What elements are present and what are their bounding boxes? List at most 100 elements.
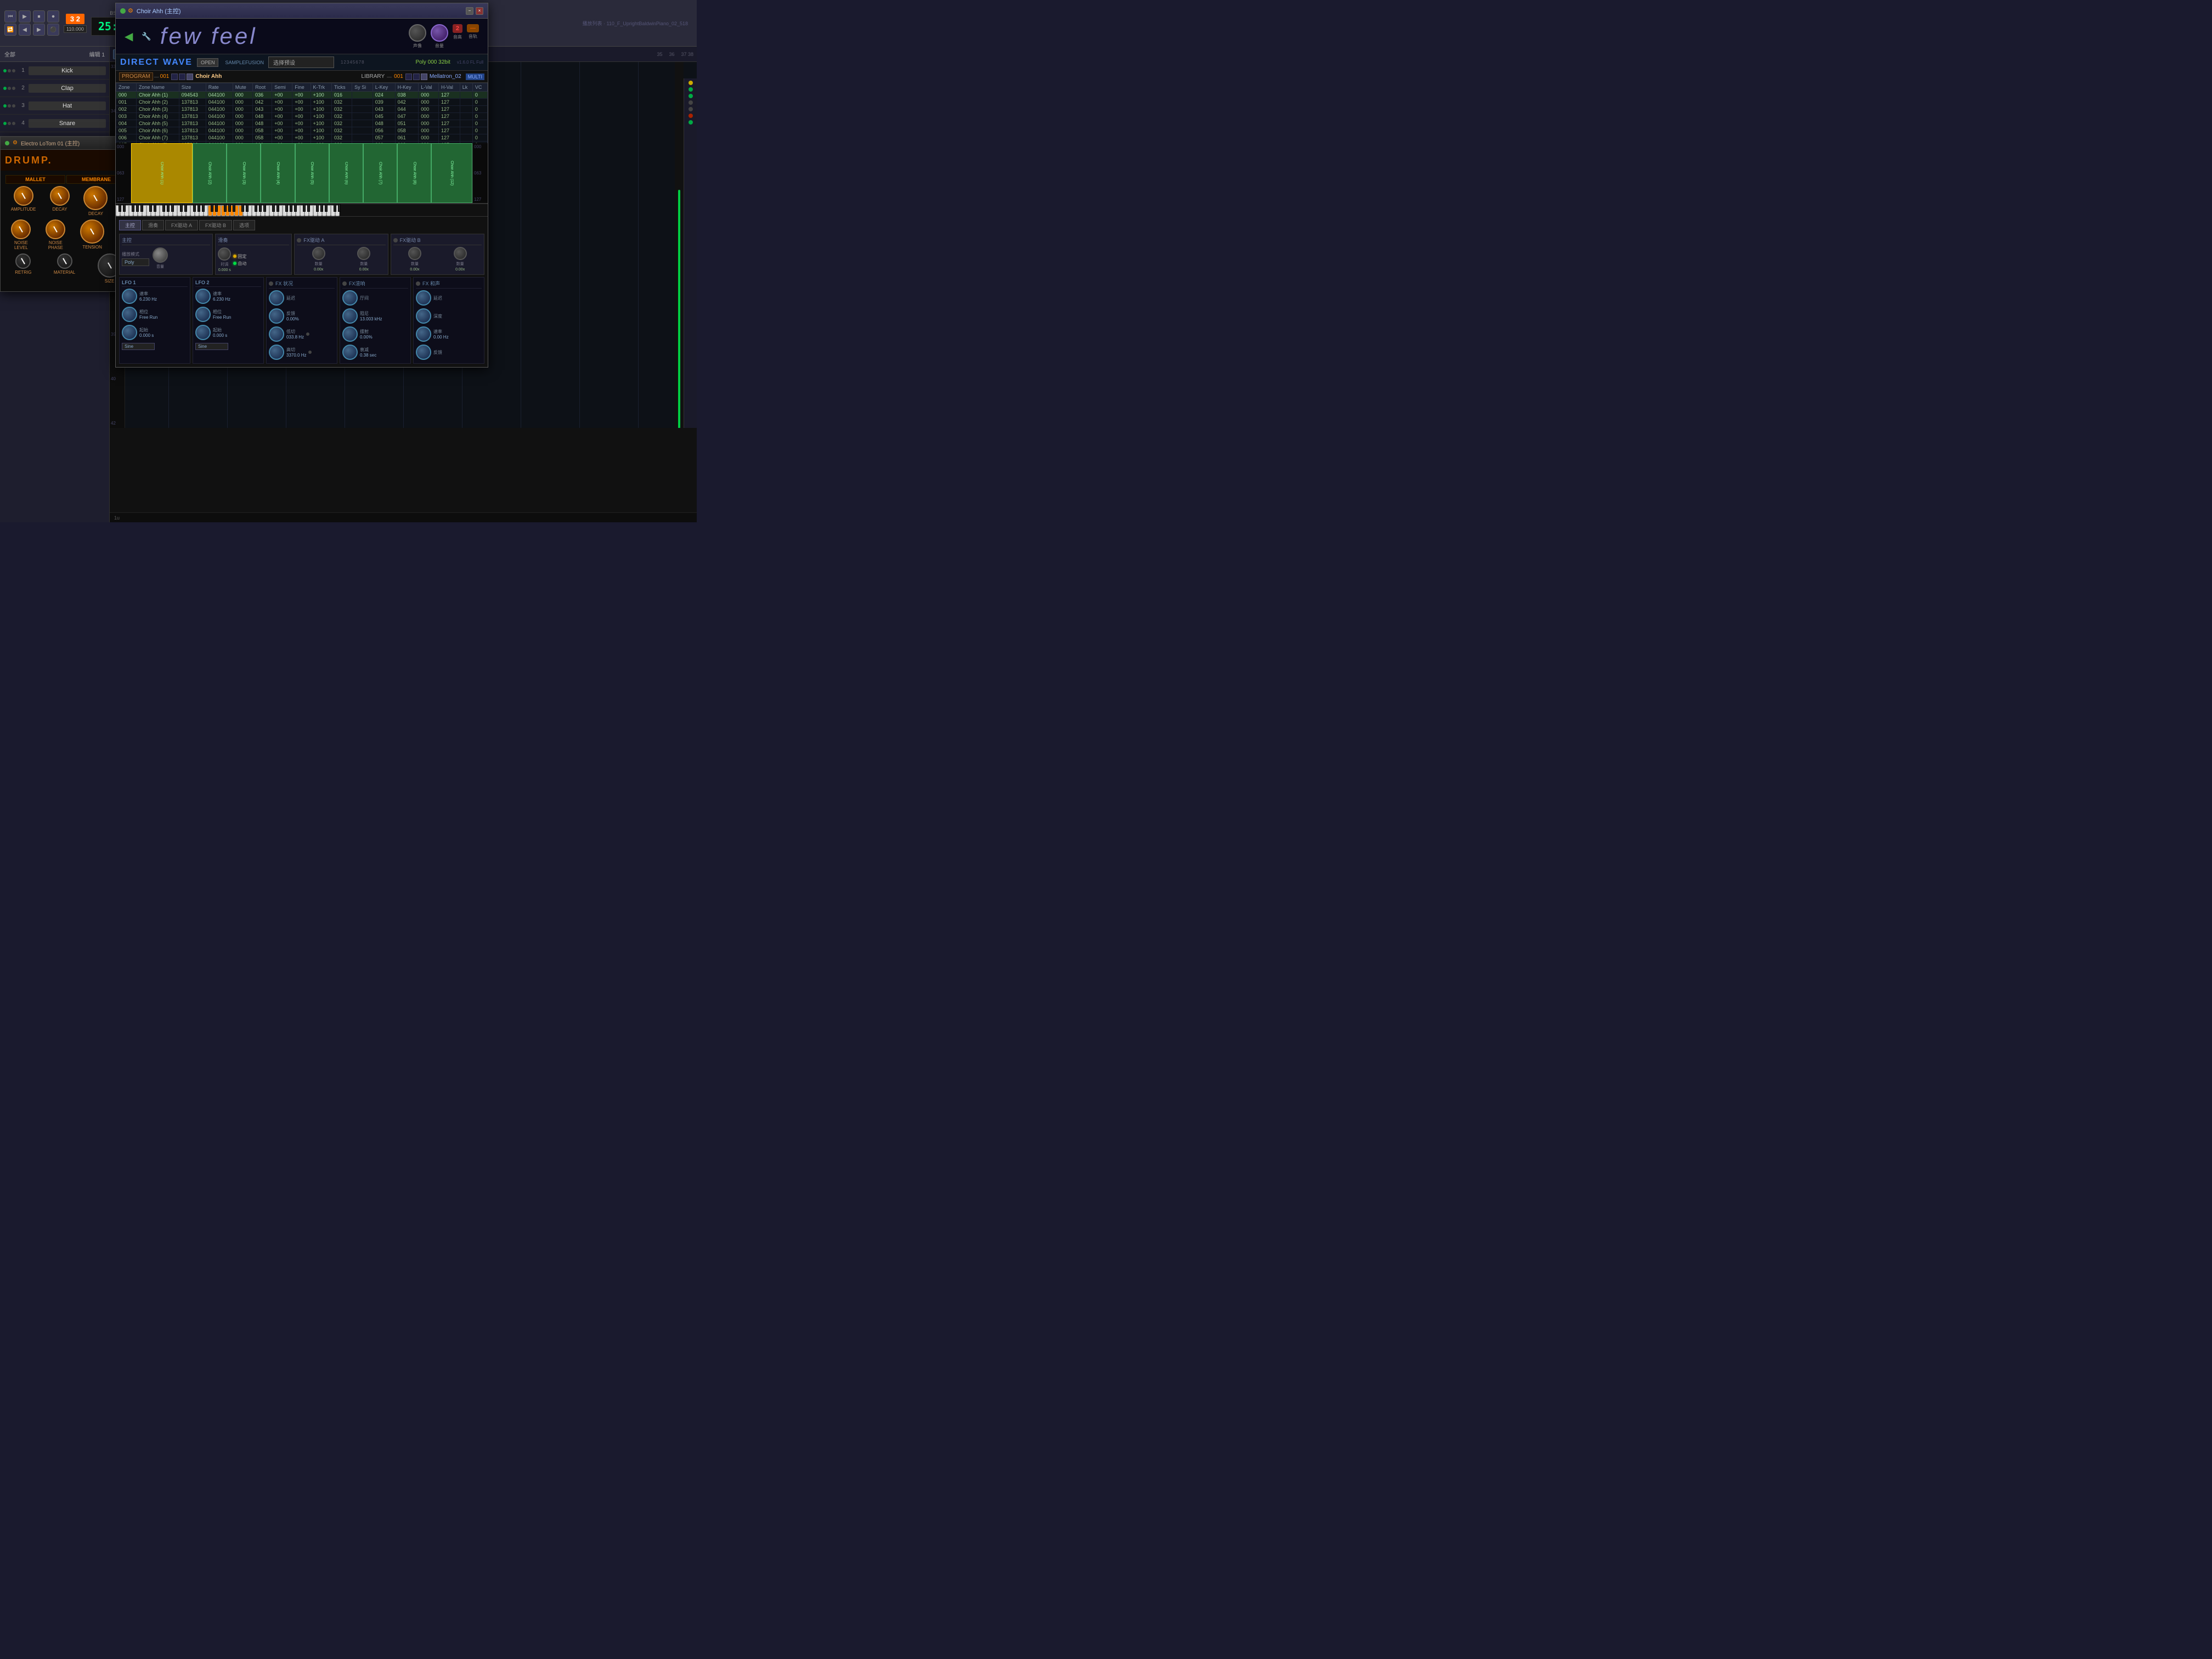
piano-key-black-61[interactable]: [272, 204, 275, 212]
tension-knob[interactable]: [80, 219, 104, 244]
piano-key-black-87[interactable]: [338, 204, 341, 212]
fx-room-knob[interactable]: [342, 290, 358, 306]
fx-highcut-knob[interactable]: [269, 345, 284, 360]
preset-dropdown[interactable]: 选择预设: [268, 57, 334, 68]
channel-fader[interactable]: [678, 190, 680, 428]
piano-key-black-6[interactable]: [132, 204, 134, 212]
next-btn[interactable]: ▶: [33, 24, 45, 36]
ew-gear-icon[interactable]: ⚙: [13, 140, 18, 146]
piano-key-black-39[interactable]: [215, 204, 218, 212]
lfo2-attack-knob[interactable]: [195, 325, 211, 340]
mode-btn[interactable]: ⚫: [47, 24, 59, 36]
zone-visualization[interactable]: 000 063 127 Choir Ahh (1)Choir Ahh (2)Ch…: [116, 143, 488, 204]
loop-btn[interactable]: 🔁: [4, 24, 16, 36]
piano-key-black-34[interactable]: [202, 204, 205, 212]
piano-key-black-18[interactable]: [162, 204, 165, 212]
piano-key-black-78[interactable]: [316, 204, 319, 212]
zone-bar-4[interactable]: Choir Ahh (5): [295, 143, 329, 203]
piano-key-black-51[interactable]: [246, 204, 249, 212]
prog-btn-3[interactable]: [187, 74, 193, 80]
piano-key-black-3[interactable]: [123, 204, 126, 212]
highcut-led[interactable]: [308, 351, 312, 354]
fx-harmony-led[interactable]: [416, 281, 420, 286]
piano-key-black-8[interactable]: [136, 204, 139, 212]
piano-key-black-30[interactable]: [193, 204, 196, 212]
membrane-decay-knob[interactable]: [83, 186, 108, 210]
piano-key-black-13[interactable]: [149, 204, 152, 212]
zone-bar-5[interactable]: Choir Ahh (6): [329, 143, 363, 203]
piano-key-black-42[interactable]: [224, 204, 227, 212]
zone-bar-8[interactable]: Choir Ahh (12): [431, 143, 472, 203]
piano-key-black-58[interactable]: [263, 204, 266, 212]
piano-key-black-63[interactable]: [276, 204, 279, 212]
lowcut-led[interactable]: [306, 332, 309, 336]
zone-bar-1[interactable]: Choir Ahh (2): [193, 143, 227, 203]
bottom-tab-2[interactable]: FX驱动 A: [165, 220, 198, 230]
play-mode-dropdown[interactable]: Poly: [122, 258, 149, 266]
fx-b-enable[interactable]: [393, 238, 398, 242]
play-btn[interactable]: ▶: [19, 10, 31, 22]
slide-knob[interactable]: [218, 247, 231, 261]
piano-key-black-37[interactable]: [211, 204, 213, 212]
zone-row[interactable]: 005Choir Ahh (6)137813044100000058+00+00…: [116, 127, 488, 134]
lfo2-rate-knob[interactable]: [195, 289, 211, 304]
fx-a-knob1[interactable]: [312, 247, 325, 260]
piano-key-black-32[interactable]: [198, 204, 200, 212]
bottom-tab-1[interactable]: 滑奏: [142, 220, 164, 230]
fx-a-knob2[interactable]: [357, 247, 370, 260]
fx-delay-knob[interactable]: [269, 290, 284, 306]
piano-key-black-20[interactable]: [167, 204, 170, 212]
record-btn[interactable]: ⏺: [47, 10, 59, 22]
piano-key-black-1[interactable]: [119, 204, 121, 212]
prog-btn-2[interactable]: [179, 74, 185, 80]
piano-key-black-70[interactable]: [294, 204, 297, 212]
zone-bar-0[interactable]: Choir Ahh (1): [131, 143, 193, 203]
fx-h-feedback-knob[interactable]: [416, 345, 431, 360]
zone-row[interactable]: 006Choir Ahh (7)137813044100000058+00+00…: [116, 134, 488, 142]
voice-knob[interactable]: [409, 24, 426, 42]
zone-bar-2[interactable]: Choir Ahh (3): [227, 143, 261, 203]
piano-key-black-15[interactable]: [154, 204, 156, 212]
zone-row[interactable]: 000Choir Ahh (1)094543044100000036+00+00…: [116, 92, 488, 99]
piano-key-black-82[interactable]: [325, 204, 328, 212]
zone-row[interactable]: 003Choir Ahh (4)137813044100000048+00+00…: [116, 113, 488, 120]
piano-key-black-46[interactable]: [233, 204, 235, 212]
bottom-tab-3[interactable]: FX驱动 B: [199, 220, 232, 230]
lib-btn-1[interactable]: [405, 74, 412, 80]
lfo1-phase-knob[interactable]: [122, 307, 137, 322]
zone-row[interactable]: 001Choir Ahh (2)137813044100000042+00+00…: [116, 99, 488, 106]
dw-close-btn[interactable]: ×: [476, 7, 483, 15]
fx-status-led[interactable]: [269, 281, 273, 286]
zone-row[interactable]: 002Choir Ahh (3)137813044100000043+00+00…: [116, 106, 488, 113]
channel-item-snare[interactable]: 4Snare: [0, 115, 109, 132]
piano-key-black-75[interactable]: [307, 204, 310, 212]
piano-key-black-66[interactable]: [285, 204, 288, 212]
fx-spread-knob[interactable]: [342, 326, 358, 342]
channel-item-clap[interactable]: 2Clap: [0, 80, 109, 97]
fx-damping-knob[interactable]: [342, 308, 358, 324]
noise-level-knob[interactable]: [11, 219, 31, 239]
zone-row[interactable]: 004Choir Ahh (5)137813044100000048+00+00…: [116, 120, 488, 127]
amplitude-knob[interactable]: [14, 186, 33, 206]
dw-open-btn[interactable]: OPEN: [197, 58, 219, 67]
lfo2-phase-knob[interactable]: [195, 307, 211, 322]
piano-key-black-54[interactable]: [255, 204, 257, 212]
prog-btn-1[interactable]: [171, 74, 178, 80]
piano-key-black-68[interactable]: [290, 204, 292, 212]
fx-echo-led[interactable]: [342, 281, 347, 286]
piano-key-black-44[interactable]: [228, 204, 231, 212]
lib-btn-2[interactable]: [413, 74, 420, 80]
volume-knob[interactable]: [431, 24, 448, 42]
fx-decay-knob[interactable]: [342, 345, 358, 360]
fx-feedback-knob[interactable]: [269, 308, 284, 324]
dw-power-btn[interactable]: ◀: [125, 30, 133, 43]
bottom-tab-0[interactable]: 主控: [119, 220, 141, 230]
bottom-tab-4[interactable]: 选项: [233, 220, 255, 230]
lfo1-wave-dropdown[interactable]: Sine: [122, 343, 155, 350]
fx-a-enable[interactable]: [297, 238, 301, 242]
piano-key-black-22[interactable]: [171, 204, 174, 212]
stop-btn[interactable]: ⏹: [33, 10, 45, 22]
lib-btn-3[interactable]: [421, 74, 427, 80]
fx-b-knob1[interactable]: [408, 247, 421, 260]
zone-bar-6[interactable]: Choir Ahh (7): [363, 143, 397, 203]
